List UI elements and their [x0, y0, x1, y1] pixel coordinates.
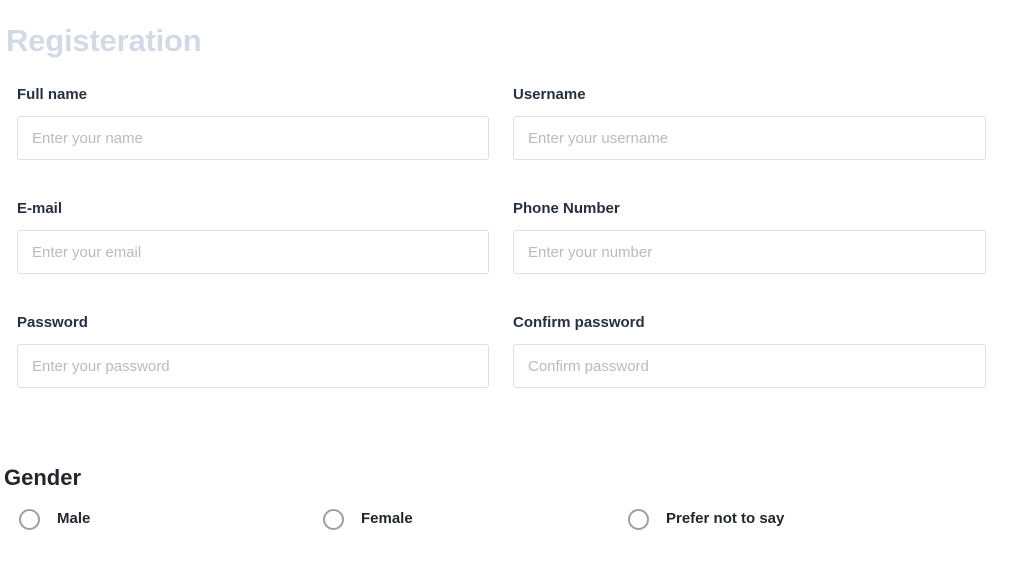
field-password: Password [17, 314, 489, 388]
field-label-full-name: Full name [17, 86, 88, 103]
email-input[interactable] [17, 230, 489, 274]
field-label-confirm-password: Confirm password [513, 314, 645, 331]
password-input[interactable] [17, 344, 489, 388]
radio-circle-icon[interactable] [628, 508, 649, 530]
field-label-email: E-mail [17, 200, 63, 217]
gender-radio-group: Male Female Prefer not to say [0, 505, 1024, 533]
field-label-password: Password [17, 314, 88, 331]
confirm-password-input[interactable] [513, 344, 986, 388]
field-confirm-password: Confirm password [513, 314, 986, 388]
field-label-phone-number: Phone Number [513, 200, 620, 217]
gender-option-prefer-not-to-say[interactable]: Prefer not to say [628, 505, 784, 533]
radio-circle-icon[interactable] [19, 508, 40, 530]
field-full-name: Full name [17, 86, 489, 160]
gender-heading: Gender [4, 465, 82, 491]
form-row: Full name Username [0, 86, 1024, 200]
phone-number-input[interactable] [513, 230, 986, 274]
field-username: Username [513, 86, 986, 160]
page-title: Registeration [6, 22, 202, 58]
radio-circle-icon[interactable] [323, 508, 344, 530]
field-phone-number: Phone Number [513, 200, 986, 274]
gender-option-label: Male [57, 510, 91, 527]
gender-option-label: Prefer not to say [666, 510, 785, 527]
full-name-input[interactable] [17, 116, 489, 160]
username-input[interactable] [513, 116, 986, 160]
field-label-username: Username [513, 86, 586, 103]
registration-form: Full name Username E-mail Phone Number P… [0, 86, 1024, 428]
registration-page: Registeration Full name Username E-mail … [0, 0, 1024, 564]
gender-option-female[interactable]: Female [323, 505, 413, 533]
gender-option-label: Female [361, 510, 413, 527]
form-row: Password Confirm password [0, 314, 1024, 428]
gender-option-male[interactable]: Male [19, 505, 90, 533]
form-row: E-mail Phone Number [0, 200, 1024, 314]
field-email: E-mail [17, 200, 489, 274]
